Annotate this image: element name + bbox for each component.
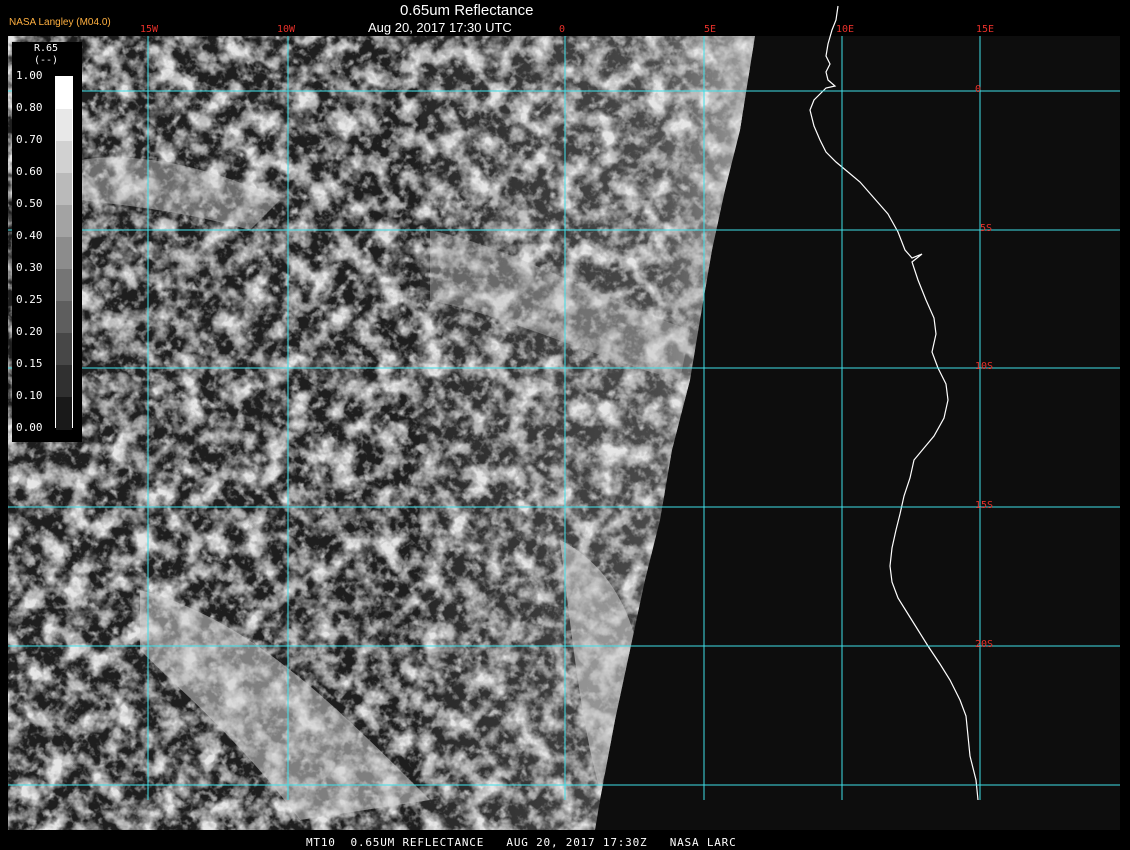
longitude-label: 10W (277, 24, 296, 35)
longitude-label: 5E (704, 24, 717, 35)
image-footer-caption: MT10 0.65UM REFLECTANCE AUG 20, 2017 17:… (306, 836, 737, 849)
legend-swatch (56, 77, 72, 110)
longitude-label: 15W (140, 24, 159, 35)
legend-tick-label: 0.10 (16, 389, 43, 402)
legend-swatch (56, 301, 72, 334)
agency-label: NASA Langley (M04.0) (9, 17, 111, 28)
legend-tick-label: 0.00 (16, 421, 43, 434)
satellite-image-viewer: NASA Langley (M04.0) 0.65um Reflectance … (0, 0, 1130, 850)
legend-swatch (56, 109, 72, 142)
page-title: 0.65um Reflectance (400, 2, 534, 19)
legend-tick-label: 0.60 (16, 165, 43, 178)
legend-swatch (56, 173, 72, 206)
legend-swatch (56, 397, 72, 430)
longitude-label: 0 (559, 24, 566, 35)
reflectance-map (8, 5, 1120, 830)
legend-tick-label: 0.25 (16, 293, 43, 306)
legend-tick-label: 0.80 (16, 101, 43, 114)
latitude-label: 15S (975, 500, 994, 511)
legend-tick-label: 0.70 (16, 133, 43, 146)
legend-swatch (56, 205, 72, 238)
latitude-label: 20S (975, 639, 994, 650)
legend-swatch (56, 365, 72, 398)
legend-tick-label: 0.50 (16, 197, 43, 210)
legend-color-bar (55, 76, 73, 430)
legend-tick-label: 0.15 (16, 357, 43, 370)
legend-tick-label: 0.40 (16, 229, 43, 242)
legend-units: (--) (34, 55, 59, 66)
latitude-label: 0 (975, 84, 982, 95)
timestamp-subtitle: Aug 20, 2017 17:30 UTC (368, 20, 512, 35)
legend-swatch (56, 237, 72, 270)
legend-swatch (56, 269, 72, 302)
legend-tick-label: 0.20 (16, 325, 43, 338)
latitude-label: 5S (980, 223, 993, 234)
latitude-label: 10S (975, 361, 994, 372)
color-scale-legend: R.65 (--) 1.00 0.80 0.70 0.60 0.50 0.40 0.30 0.… (12, 42, 82, 442)
longitude-label: 10E (836, 24, 855, 35)
legend-tick-label: 0.30 (16, 261, 43, 274)
legend-title: R.65 (34, 43, 59, 54)
legend-swatch (56, 141, 72, 174)
legend-swatch (56, 333, 72, 366)
legend-tick-label: 1.00 (16, 69, 43, 82)
longitude-label: 15E (976, 24, 995, 35)
